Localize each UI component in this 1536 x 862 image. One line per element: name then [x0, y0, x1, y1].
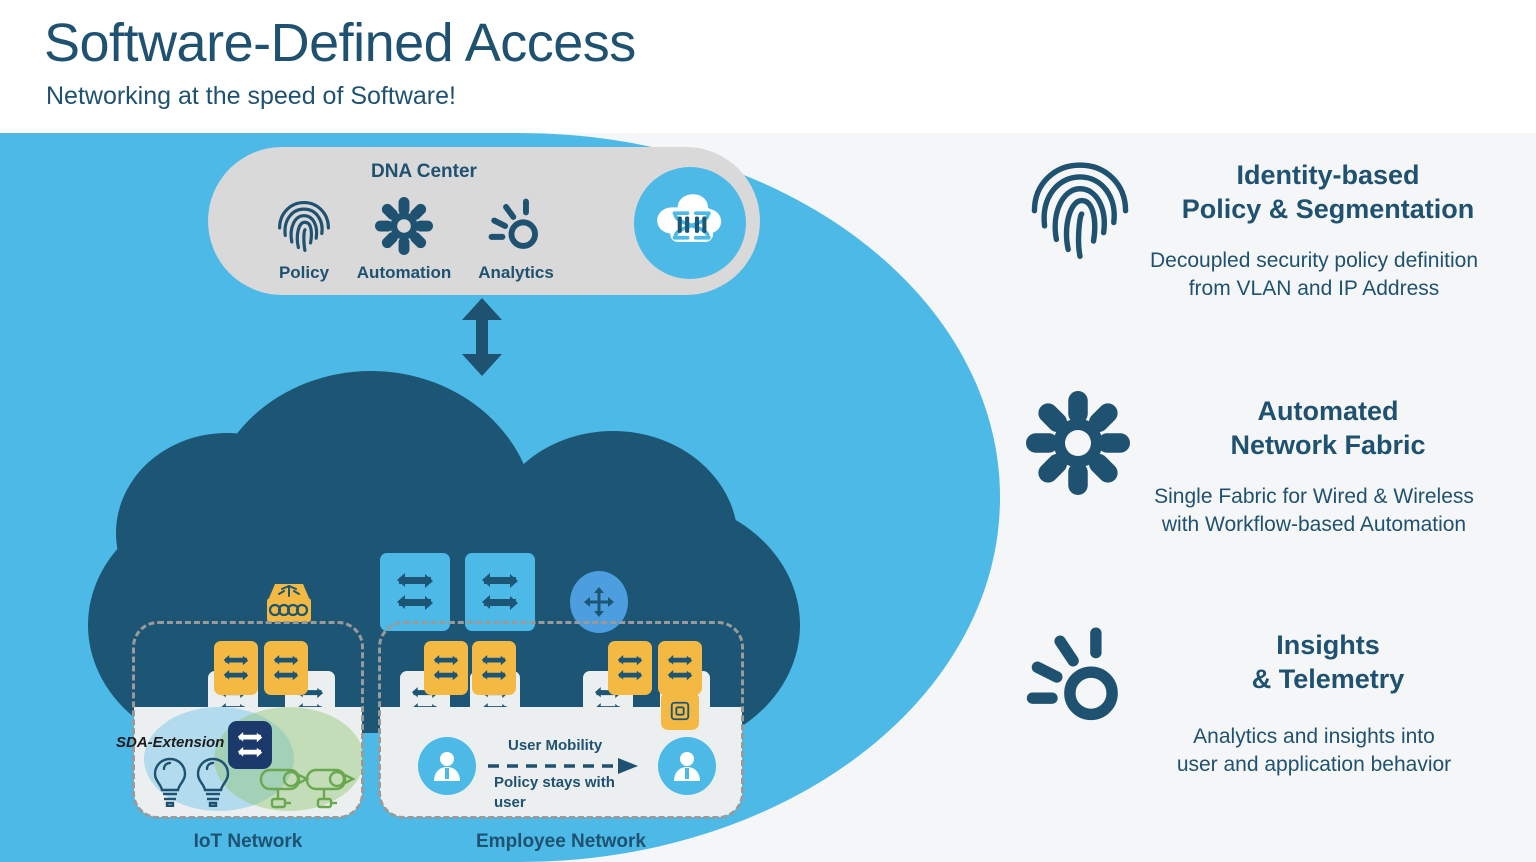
lightbulb-icon — [195, 755, 231, 812]
user-avatar-icon — [418, 737, 476, 795]
feature-desc-line1: Single Fabric for Wired & Wireless — [1154, 485, 1474, 508]
gear-icon — [344, 193, 464, 259]
feature-title-line1: Automated — [1257, 396, 1399, 426]
switch-icon[interactable] — [465, 553, 535, 631]
dna-item-analytics[interactable]: Analytics — [456, 193, 576, 283]
switch-icon[interactable] — [658, 641, 702, 695]
feature-title: Insights & Telemetry — [1132, 629, 1524, 697]
dna-item-automation[interactable]: Automation — [344, 193, 464, 283]
feature-title-line2: Policy & Segmentation — [1181, 193, 1475, 224]
feature-desc-line1: Decoupled security policy definition — [1149, 249, 1478, 272]
switch-icon[interactable] — [264, 641, 308, 695]
switch-icon[interactable] — [380, 553, 450, 631]
bidirectional-arrow-icon — [458, 298, 506, 376]
page-subtitle: Networking at the speed of Software! — [46, 82, 456, 110]
page-header: Software-Defined Access Networking at th… — [0, 0, 1536, 133]
user-mobility-label: User Mobility — [508, 737, 603, 754]
feature-desc-line1: Analytics and insights into — [1193, 725, 1435, 748]
feature-title: Automated Network Fabric — [1132, 395, 1524, 463]
feature-title: Identity-based Policy & Segmentation — [1132, 159, 1524, 227]
camera-icon — [258, 765, 310, 814]
sda-extension-label: SDA-Extension — [116, 734, 225, 751]
employee-zone-label: Employee Network — [476, 831, 646, 852]
dna-item-label: Analytics — [478, 263, 554, 282]
feature-description: Decoupled security policy definition fro… — [1102, 247, 1526, 303]
switch-icon[interactable] — [472, 641, 516, 695]
feature-description: Single Fabric for Wired & Wireless with … — [1102, 483, 1526, 539]
lightbulb-icon — [152, 755, 188, 812]
access-point-icon[interactable] — [661, 692, 699, 730]
feature-desc-line2: user and application behavior — [1176, 752, 1452, 776]
feature-title-line1: Insights — [1276, 630, 1380, 660]
feature-title-line1: Identity-based — [1236, 160, 1420, 190]
switch-icon[interactable] — [608, 641, 652, 695]
dna-center-panel[interactable]: DNA Center Policy Automation Analytics — [208, 147, 760, 295]
feature-desc-line2: from VLAN and IP Address — [1188, 276, 1440, 300]
insights-sun-icon — [1026, 625, 1136, 735]
dna-cloud-logo-icon — [634, 167, 746, 279]
switch-icon[interactable] — [228, 721, 272, 769]
dna-item-label: Automation — [356, 263, 452, 282]
diagram-stage: DNA Center Policy Automation Analytics S… — [0, 133, 1536, 862]
feature-desc-line2: with Workflow-based Automation — [1161, 512, 1467, 536]
insights-sun-icon — [456, 193, 576, 259]
page-title: Software-Defined Access — [44, 13, 636, 73]
feature-title-line2: & Telemetry — [1251, 663, 1405, 694]
feature-description: Analytics and insights into user and app… — [1102, 723, 1526, 779]
user-avatar-icon — [658, 737, 716, 795]
iot-zone-label: IoT Network — [193, 831, 303, 852]
feature-title-line2: Network Fabric — [1230, 429, 1426, 460]
policy-stays-with-user-label: Policy stays with user — [494, 774, 615, 811]
camera-icon — [304, 765, 356, 814]
switch-icon[interactable] — [424, 641, 468, 695]
switch-icon[interactable] — [214, 641, 258, 695]
